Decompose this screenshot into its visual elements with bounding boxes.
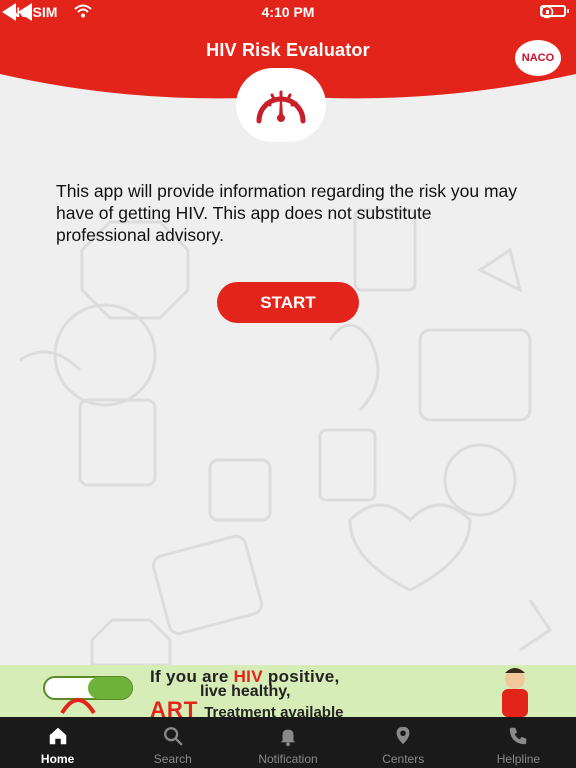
- tab-search-label: Search: [153, 752, 192, 766]
- bell-icon: [280, 729, 296, 747]
- battery-level: [543, 8, 546, 14]
- tab-search[interactable]: Search: [115, 717, 230, 768]
- search-icon: [163, 727, 183, 746]
- banner-line-3-text: Treatment available: [204, 704, 344, 717]
- art-awareness-banner[interactable]: If you are HIV positive, live healthy, A…: [0, 665, 576, 717]
- tab-notification[interactable]: Notification: [230, 717, 345, 768]
- tab-notification-label: Notification: [258, 752, 318, 766]
- tab-helpline-label: Helpline: [496, 752, 541, 766]
- naco-logo-text: NACO: [521, 52, 555, 64]
- naco-logo[interactable]: NACO: [515, 40, 561, 76]
- banner-line-3: ART Treatment available: [150, 697, 343, 717]
- tab-home[interactable]: Home: [0, 717, 115, 768]
- start-button[interactable]: START: [217, 282, 359, 323]
- double-chevron-left-icon[interactable]: [0, 0, 40, 24]
- tab-centers[interactable]: Centers: [346, 717, 461, 768]
- page-title: HIV Risk Evaluator: [206, 40, 370, 60]
- tab-centers-label: Centers: [382, 752, 425, 766]
- banner-art-label: ART: [150, 697, 199, 717]
- battery-icon: [540, 5, 569, 17]
- speedometer-gauge-icon: [256, 90, 306, 124]
- clock-time: 4:10 PM: [261, 4, 315, 20]
- intro-text: This app will provide information regard…: [56, 180, 518, 245]
- tab-home-label: Home: [40, 752, 75, 766]
- bottom-tab-bar: Home Search Notification Centers Helplin…: [0, 717, 576, 768]
- gauge-badge: [236, 68, 326, 142]
- map-pin-icon: [396, 726, 410, 745]
- cartoon-man-illustration: [502, 668, 528, 717]
- red-ribbon-icon: [60, 698, 96, 715]
- status-bar: No SIM 4:10 PM: [0, 0, 576, 24]
- home-icon: [49, 727, 66, 745]
- tab-helpline[interactable]: Helpline: [461, 717, 576, 768]
- phone-icon: [510, 727, 527, 745]
